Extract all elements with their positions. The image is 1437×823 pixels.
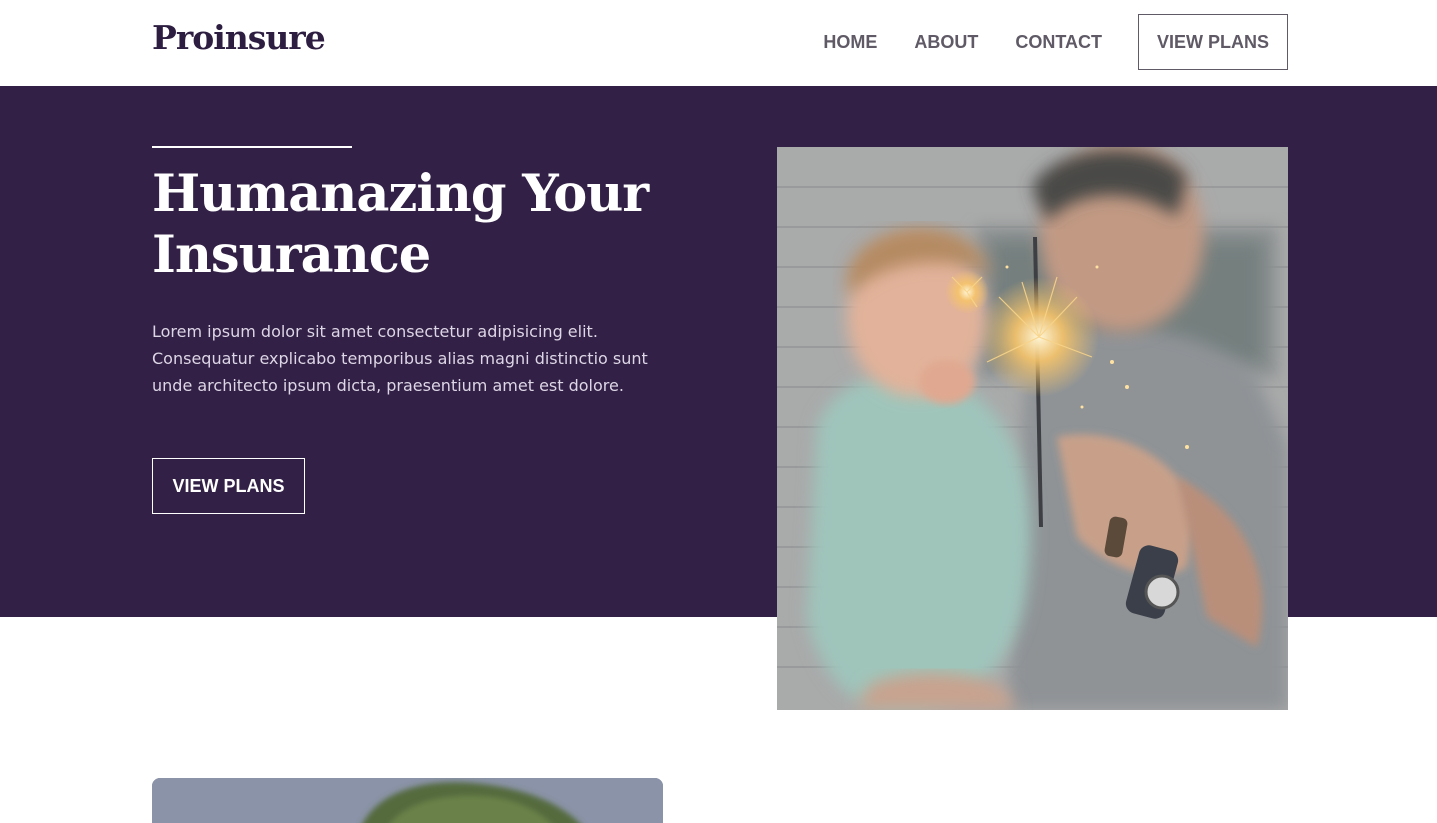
hero-title: Humanazing Your Insurance: [152, 164, 649, 285]
secondary-photo: [152, 778, 663, 823]
nav-contact-link[interactable]: CONTACT: [1015, 32, 1102, 53]
nav-about-link[interactable]: ABOUT: [914, 32, 978, 53]
hero-divider: [152, 146, 352, 148]
hero-description: Lorem ipsum dolor sit amet consectetur a…: [152, 322, 648, 395]
header-view-plans-button[interactable]: VIEW PLANS: [1137, 14, 1288, 70]
hero-view-plans-button[interactable]: VIEW PLANS: [152, 458, 305, 514]
nav-home-link[interactable]: HOME: [823, 32, 877, 53]
brand-logo[interactable]: Proinsure: [152, 18, 326, 57]
main-nav: HOME ABOUT CONTACT VIEW PLANS: [823, 14, 1288, 70]
site-header: Proinsure HOME ABOUT CONTACT VIEW PLANS: [0, 0, 1437, 86]
hero-photo: [777, 147, 1288, 710]
